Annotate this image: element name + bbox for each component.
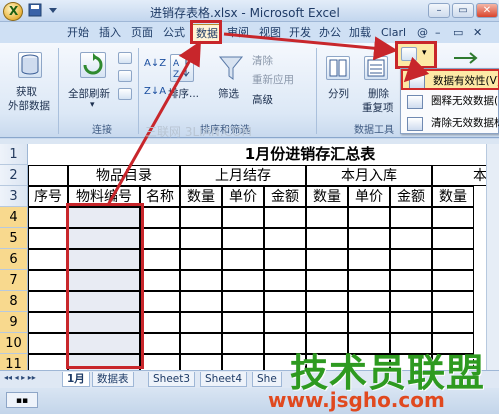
last-sheet-icon[interactable]: ▸▸: [28, 373, 36, 382]
first-sheet-icon[interactable]: ◂◂: [4, 373, 12, 382]
watermark-center: 三联网 3LIAN.COM: [145, 125, 252, 139]
sheet-tab[interactable]: 1月: [62, 372, 90, 387]
sheet-tab[interactable]: Sheet3: [148, 372, 196, 387]
arrow-to-validation-button: [223, 32, 398, 61]
prev-sheet-icon[interactable]: ◂: [15, 373, 19, 382]
sheet-tab[interactable]: She: [252, 372, 282, 387]
sheet-tab[interactable]: Sheet4: [200, 372, 248, 387]
watermark-url: www.jsgho.com: [268, 388, 445, 412]
sheet-tab[interactable]: 数据表: [92, 372, 134, 387]
macro-record-button[interactable]: ▪▪: [6, 392, 38, 408]
sheet-nav[interactable]: ◂◂ ◂ ▸ ▸▸: [4, 373, 36, 382]
arrow-to-menu-item: [403, 56, 430, 83]
next-sheet-icon[interactable]: ▸: [21, 373, 25, 382]
